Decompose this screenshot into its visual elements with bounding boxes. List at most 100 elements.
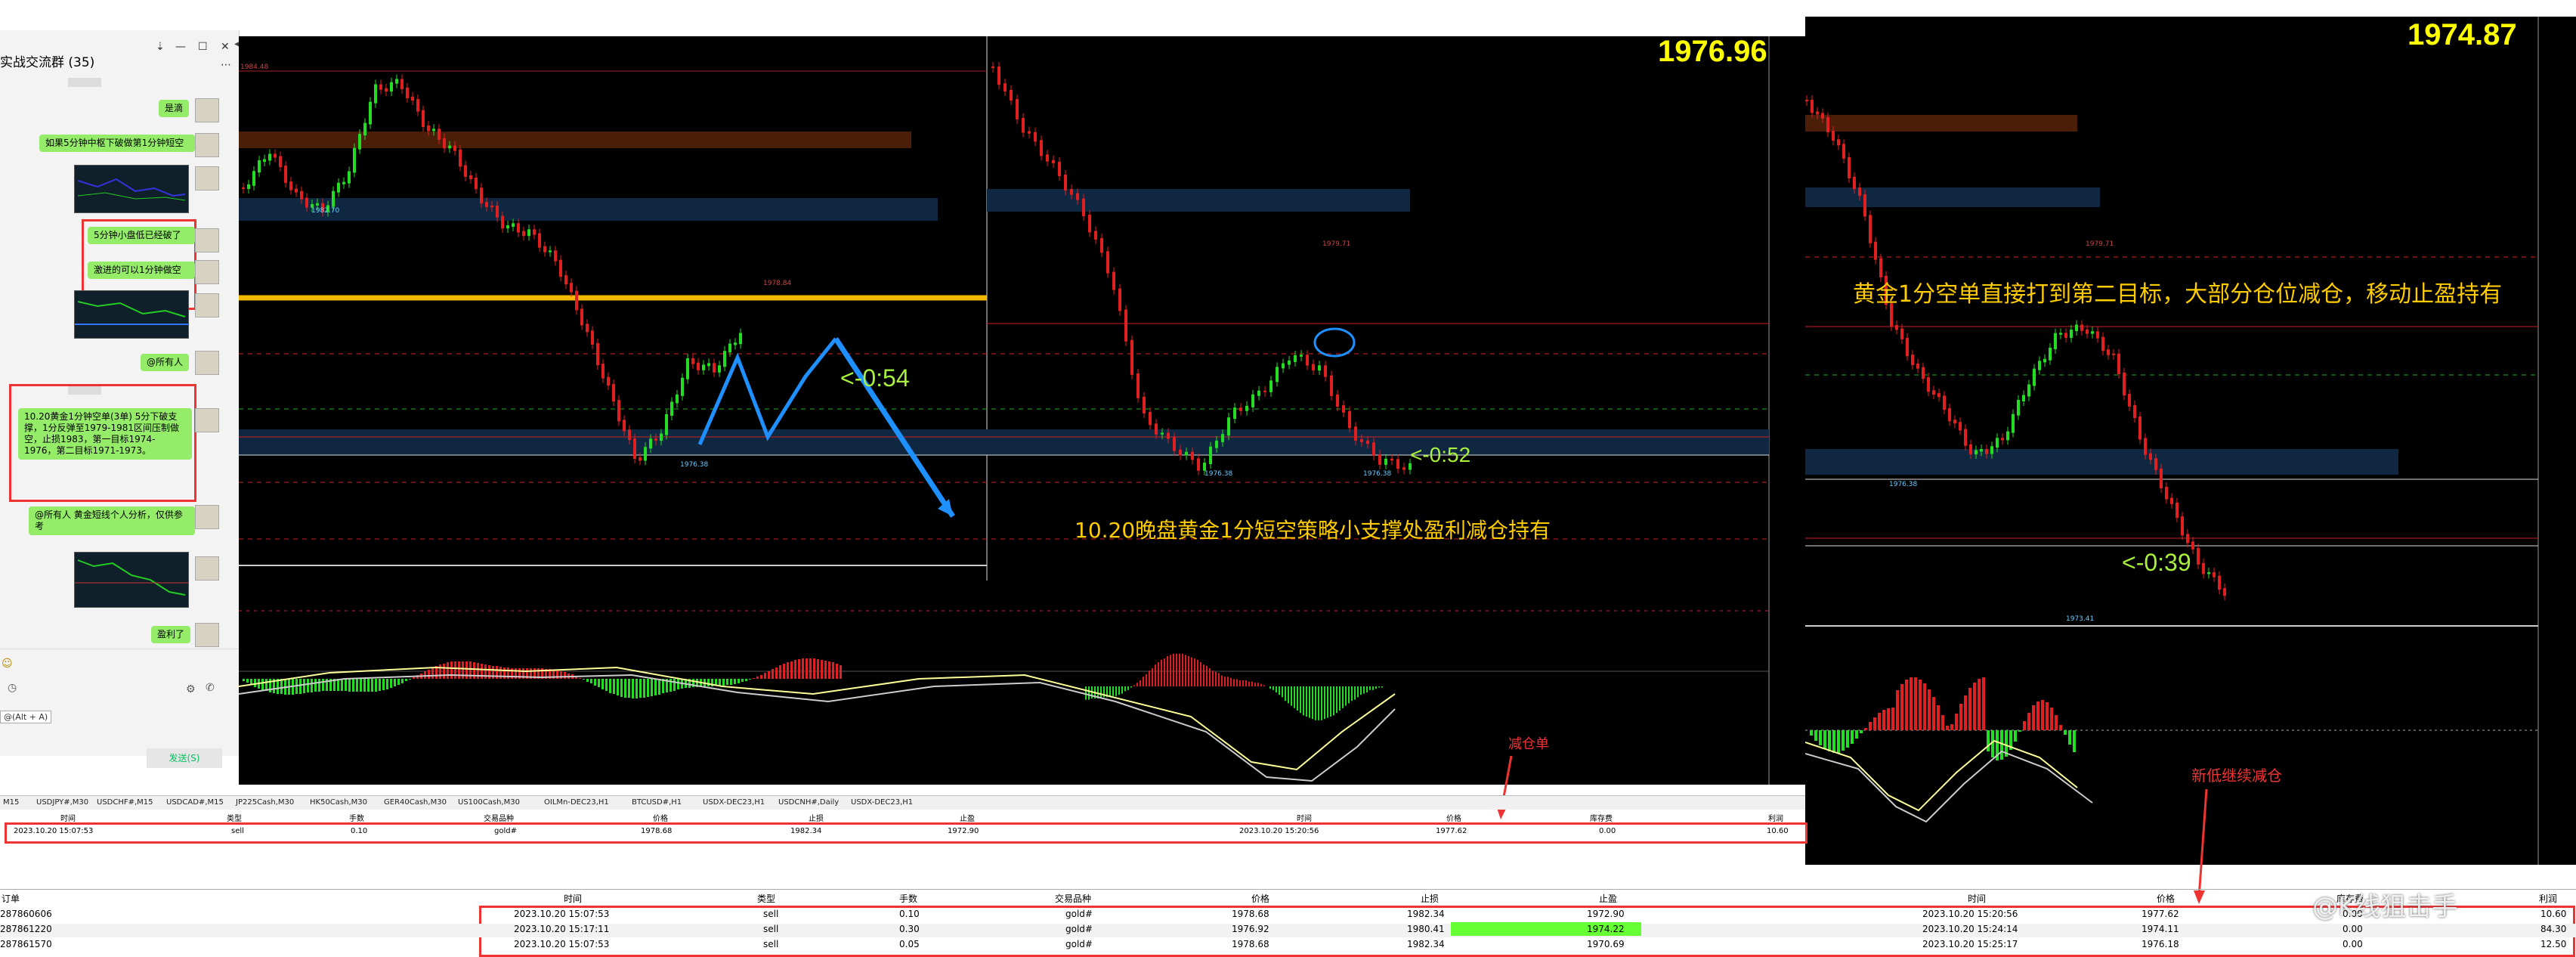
candle-body: [2144, 438, 2147, 455]
chart-thumbnail[interactable]: [74, 165, 189, 213]
macd-bar: [1955, 714, 1958, 730]
candle-body: [623, 420, 626, 432]
candle-body: [416, 99, 419, 112]
symbol-tab[interactable]: USDCAD#,M15: [166, 798, 224, 807]
macd-bar: [2027, 713, 2030, 730]
symbol-tab[interactable]: OILMn-DEC23,H1: [544, 798, 609, 807]
avatar[interactable]: [195, 98, 219, 122]
macd-bar: [2018, 730, 2021, 732]
macd-bar: [382, 679, 385, 690]
message-2: 如果5分钟中枢下破做第1分钟短空: [39, 135, 195, 152]
chart-thumbnail[interactable]: [74, 552, 189, 608]
macd-bar: [254, 679, 256, 687]
macd-bar: [1149, 671, 1150, 686]
macd-bar: [1891, 708, 1894, 730]
macd-bar: [1941, 715, 1944, 730]
cell-price: 1978.68: [641, 827, 673, 835]
macd-bar: [1814, 730, 1817, 741]
thumbnail-chart-icon: [75, 301, 188, 325]
macd-bar: [1248, 681, 1250, 686]
symbol-tab[interactable]: USDJPY#,M30: [36, 798, 88, 807]
macd-bar: [579, 678, 581, 679]
macd-bar: [1832, 730, 1835, 753]
symbol-tab[interactable]: USDCHF#,M15: [97, 798, 153, 807]
chart-thumbnail[interactable]: [74, 290, 189, 339]
symbol-tab[interactable]: GER40Cash,M30: [384, 798, 447, 807]
symbol-tab[interactable]: USDX-DEC23,H1: [703, 798, 765, 807]
avatar[interactable]: [195, 556, 219, 581]
candle-body: [1330, 375, 1333, 396]
symbol-tab[interactable]: USDCNH#,Daily: [778, 798, 839, 807]
settings-icon[interactable]: ⚙: [186, 683, 196, 695]
candle-body: [1996, 438, 1999, 448]
macd-bar: [617, 679, 619, 695]
maximize-icon[interactable]: ☐: [198, 41, 208, 53]
macd-bar: [1910, 677, 1913, 730]
cell-swap: 0.00: [2343, 924, 2363, 934]
macd-bar: [409, 679, 411, 680]
cell-symbol: gold#: [1065, 939, 1093, 949]
pnl-right: <-0:39: [2122, 549, 2191, 576]
send-button[interactable]: 发送(S): [147, 748, 222, 768]
macd-bar: [635, 679, 638, 698]
table-row[interactable]: 287860606 2023.10.20 15:07:53 sell 0.10 …: [0, 909, 2576, 922]
price-chart-main[interactable]: [239, 36, 1805, 785]
close-icon[interactable]: ✕: [221, 41, 230, 53]
avatar[interactable]: [195, 623, 219, 647]
avatar[interactable]: [195, 260, 219, 284]
candle-body: [1245, 405, 1248, 411]
macd-bar: [753, 678, 755, 679]
table-row[interactable]: 287861570 2023.10.20 15:07:53 sell 0.05 …: [0, 939, 2576, 952]
macd-bar: [1360, 686, 1362, 695]
macd-bar: [1200, 662, 1201, 686]
macd-bar: [1882, 710, 1885, 730]
candle-body: [654, 438, 657, 441]
call-icon[interactable]: ✆: [206, 682, 215, 694]
avatar[interactable]: [195, 408, 219, 432]
candle-body: [1046, 154, 1049, 162]
candle-body: [300, 190, 303, 200]
symbol-tab[interactable]: US100Cash,M30: [458, 798, 520, 807]
macd-bar: [594, 679, 596, 686]
emoji-icon[interactable]: ☺: [2, 658, 13, 670]
candle-body: [1052, 160, 1055, 163]
macd-bar: [779, 665, 781, 679]
price-chart-right[interactable]: [1805, 17, 2576, 865]
candle-body: [332, 190, 335, 207]
macd-bar: [1215, 671, 1217, 686]
avatar[interactable]: [195, 133, 219, 157]
avatar[interactable]: [195, 505, 219, 529]
macd-bar: [605, 679, 608, 691]
candle-body: [1990, 446, 1993, 454]
history-icon[interactable]: ◷: [8, 682, 17, 694]
table-row[interactable]: 287861220 2023.10.20 15:17:11 sell 0.30 …: [0, 922, 2576, 937]
avatar[interactable]: [195, 228, 219, 252]
macd-bar: [261, 679, 264, 690]
macd-bar: [760, 675, 762, 679]
macd-bar: [586, 679, 589, 682]
minimize-icon[interactable]: —: [175, 41, 186, 53]
avatar[interactable]: [195, 351, 219, 375]
macd-bar: [738, 679, 740, 683]
macd-bar: [1375, 686, 1377, 689]
macd-bar: [1351, 686, 1353, 701]
table-row[interactable]: 2023.10.20 15:07:53 sell 0.10 gold# 1978…: [0, 827, 1805, 838]
pin-icon[interactable]: ⇣: [156, 41, 165, 53]
candle-body: [997, 67, 1000, 85]
symbol-tab[interactable]: M15: [3, 798, 19, 807]
candle-body: [1869, 215, 1872, 243]
symbol-tab[interactable]: JP225Cash,M30: [236, 798, 294, 807]
candle-body: [1106, 251, 1109, 274]
avatar[interactable]: [195, 293, 219, 317]
candle-body: [1821, 113, 1824, 119]
avatar[interactable]: [195, 166, 219, 190]
more-icon[interactable]: ⋯: [221, 59, 231, 71]
symbol-tab[interactable]: HK50Cash,M30: [310, 798, 367, 807]
macd-bar: [265, 679, 267, 691]
symbol-tab[interactable]: BTCUSD#,H1: [632, 798, 682, 807]
candle-body: [1937, 393, 1941, 398]
message-5: @所有人: [141, 354, 190, 371]
symbol-tab[interactable]: USDX-DEC23,H1: [851, 798, 913, 807]
macd-bar: [1354, 686, 1356, 700]
candle-body: [1366, 440, 1369, 444]
